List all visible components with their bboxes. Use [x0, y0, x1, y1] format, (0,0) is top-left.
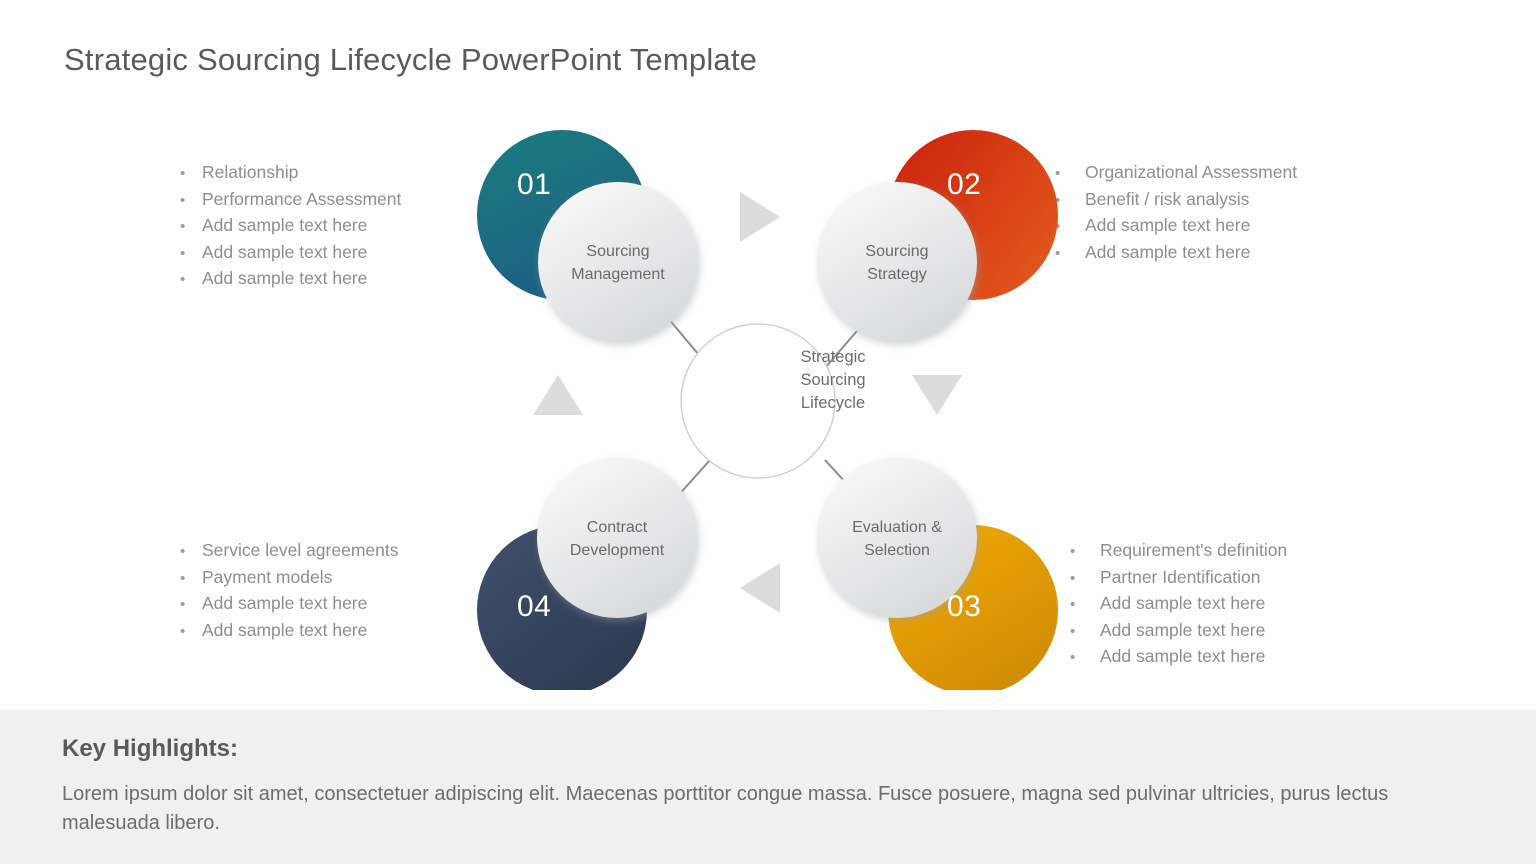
list-item: • Add sample text here — [180, 213, 401, 240]
arrow-down-icon — [912, 375, 962, 415]
list-item: • Add sample text here — [1070, 644, 1287, 671]
list-item-label: Relationship — [202, 162, 299, 182]
bullet-list-top-right: • Organizational Assessment • Benefit / ris… — [1055, 160, 1297, 266]
arrow-right-icon — [740, 192, 780, 242]
page-title: Strategic Sourcing Lifecycle PowerPoint … — [64, 42, 758, 77]
bullet-dot-icon: • — [180, 271, 186, 288]
bullet-dot-icon: • — [180, 191, 186, 209]
list-item-label: Partner Identification — [1100, 566, 1261, 587]
list-item: • Requirement's definition — [1070, 538, 1287, 565]
bullet-list-top-left: • Relationship • Performance Assessment • Add… — [180, 160, 401, 293]
list-item-label: Add sample text here — [202, 241, 368, 262]
center-hub-circle — [680, 323, 836, 479]
list-item: • Payment models — [180, 565, 398, 592]
list-item-label: Add sample text here — [202, 215, 368, 235]
bullet-dot-icon: • — [180, 596, 186, 613]
bullet-dot-icon: • — [180, 543, 186, 560]
list-item-label: Add sample text here — [202, 593, 368, 613]
node-disc-02 — [817, 182, 977, 342]
list-item: • Add sample text here — [1070, 591, 1287, 618]
list-item-label: Benefit / risk analysis — [1085, 188, 1250, 209]
bullet-dot-icon: • — [180, 244, 186, 262]
list-item-label: Requirement's definition — [1100, 540, 1288, 560]
node-disc-03 — [817, 458, 977, 618]
arrow-left-icon — [740, 563, 780, 613]
list-item: • Add sample text here — [1055, 213, 1297, 240]
list-item: • Add sample text here — [180, 240, 401, 267]
list-item: • Benefit / risk analysis — [1055, 187, 1297, 214]
list-item: • Add sample text here — [180, 618, 398, 645]
key-highlights-body: Lorem ipsum dolor sit amet, consectetuer… — [62, 783, 1389, 834]
bullet-dot-icon: • — [180, 622, 186, 640]
list-item: • Service level agreements — [180, 538, 398, 565]
lifecycle-diagram: Strategic Sourcing Lifecycle 01 02 03 04… — [455, 110, 1080, 690]
list-item: • Relationship — [180, 160, 401, 187]
bullet-dot-icon: • — [180, 569, 186, 587]
diagram-graphics — [477, 130, 1058, 690]
list-item-label: Add sample text here — [1100, 593, 1266, 613]
key-highlights-title: Key Highlights: — [62, 735, 239, 762]
list-item-label: Add sample text here — [1085, 241, 1251, 262]
list-item-label: Add sample text here — [202, 619, 368, 640]
node-disc-04 — [537, 458, 697, 618]
list-item: • Add sample text here — [1070, 618, 1287, 645]
bullet-dot-icon: • — [180, 218, 186, 235]
node-disc-01 — [538, 182, 698, 342]
list-item: • Performance Assessment — [180, 187, 401, 214]
list-item-label: Performance Assessment — [202, 188, 402, 209]
list-item: • Add sample text here — [1055, 240, 1297, 267]
list-item-label: Add sample text here — [1100, 619, 1266, 640]
list-item-label: Organizational Assessment — [1085, 162, 1298, 182]
list-item: • Organizational Assessment — [1055, 160, 1297, 187]
list-item-label: Service level agreements — [202, 540, 399, 560]
bullet-list-bottom-left: • Service level agreements • Payment models… — [180, 538, 398, 644]
list-item: • Partner Identification — [1070, 565, 1287, 592]
list-item: • Add sample text here — [180, 266, 401, 293]
list-item-label: Add sample text here — [1100, 646, 1266, 666]
list-item-label: Add sample text here — [202, 268, 368, 288]
list-item-label: Add sample text here — [1085, 215, 1251, 235]
bullet-dot-icon: • — [180, 165, 186, 182]
arrow-up-icon — [533, 375, 583, 415]
list-item: • Add sample text here — [180, 591, 398, 618]
slide-canvas: Strategic Sourcing Lifecycle PowerPoint … — [0, 0, 1536, 864]
bullet-list-bottom-right: • Requirement's definition • Partner Identi… — [1070, 538, 1287, 671]
list-item-label: Payment models — [202, 566, 333, 587]
